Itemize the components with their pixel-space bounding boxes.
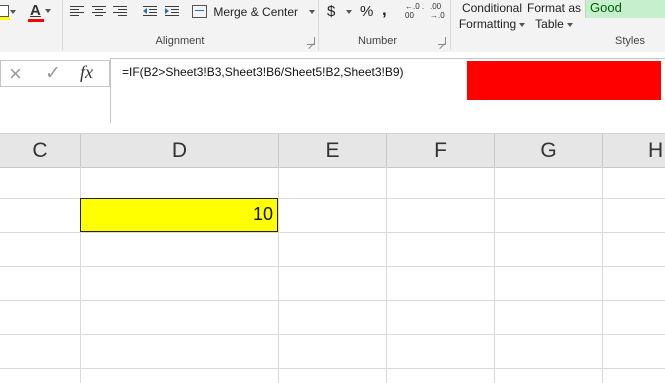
font-color-icon: A <box>30 2 41 19</box>
column-header-e[interactable]: E <box>279 134 387 167</box>
number-dialog-launcher-icon[interactable] <box>438 37 446 45</box>
column-header-f[interactable]: F <box>387 134 495 167</box>
ribbon: A Merge & Center Alignment $ % , ←.0 .00… <box>0 0 665 53</box>
comma-style-button[interactable]: , <box>382 0 387 20</box>
increase-decimal-button[interactable]: .00 →.0 <box>430 2 450 20</box>
conditional-formatting-button[interactable]: Conditional Formatting <box>457 0 527 32</box>
align-right-icon[interactable] <box>113 5 127 17</box>
increase-indent-icon[interactable] <box>165 5 179 17</box>
format-as-table-button[interactable]: Format as Table <box>527 0 581 32</box>
column-header-row: C D E F G H <box>0 133 665 168</box>
column-header-g[interactable]: G <box>495 134 603 167</box>
number-group-label: Number <box>357 35 398 47</box>
cell-d-value: 10 <box>252 204 273 224</box>
red-overlay-box <box>467 61 661 100</box>
align-center-icon[interactable] <box>92 5 106 17</box>
merge-center-button[interactable]: Merge & Center <box>192 4 316 20</box>
fill-color-icon <box>0 5 9 17</box>
alignment-dialog-launcher-icon[interactable] <box>307 37 315 45</box>
styles-group-label: Styles <box>615 35 645 47</box>
align-left-icon[interactable] <box>70 5 84 17</box>
fill-color-button[interactable] <box>0 4 18 22</box>
decrease-indent-icon[interactable] <box>143 5 157 17</box>
currency-button[interactable]: $ <box>327 3 352 20</box>
font-color-button[interactable]: A <box>28 2 52 24</box>
decrease-decimal-icon: ←.0 .00 <box>405 2 425 20</box>
alignment-group-label: Alignment <box>155 35 205 47</box>
enter-icon[interactable]: ✓ <box>45 62 61 85</box>
percent-icon: % <box>360 3 374 20</box>
column-header-h[interactable]: H <box>603 134 665 167</box>
currency-icon: $ <box>327 3 336 20</box>
good-style-tile[interactable]: Good <box>585 0 665 18</box>
merge-center-icon <box>192 5 207 19</box>
column-header-d[interactable]: D <box>81 134 279 167</box>
increase-decimal-icon: .00 →.0 <box>430 2 445 20</box>
format-as-table-label-1: Format as <box>527 1 582 15</box>
good-style-label: Good <box>590 0 622 15</box>
decrease-decimal-button[interactable]: ←.0 .00 <box>405 2 425 20</box>
conditional-formatting-label-2: Formatting <box>458 17 517 31</box>
percent-button[interactable]: % <box>360 3 373 20</box>
format-as-table-label-2: Table <box>535 17 564 31</box>
comma-icon: , <box>382 0 387 19</box>
merge-center-label: Merge & Center <box>213 4 299 19</box>
insert-function-icon[interactable]: fx <box>80 62 93 83</box>
cancel-icon[interactable]: × <box>9 61 22 87</box>
conditional-formatting-label-1: Conditional <box>461 1 523 15</box>
formula-bar-controls: × ✓ fx <box>0 60 110 87</box>
cell-d-highlighted[interactable]: 10 <box>80 198 278 232</box>
formula-text: =IF(B2>Sheet3!B3,Sheet3!B6/Sheet5!B2,She… <box>122 65 404 79</box>
column-header-c[interactable]: C <box>0 134 81 167</box>
